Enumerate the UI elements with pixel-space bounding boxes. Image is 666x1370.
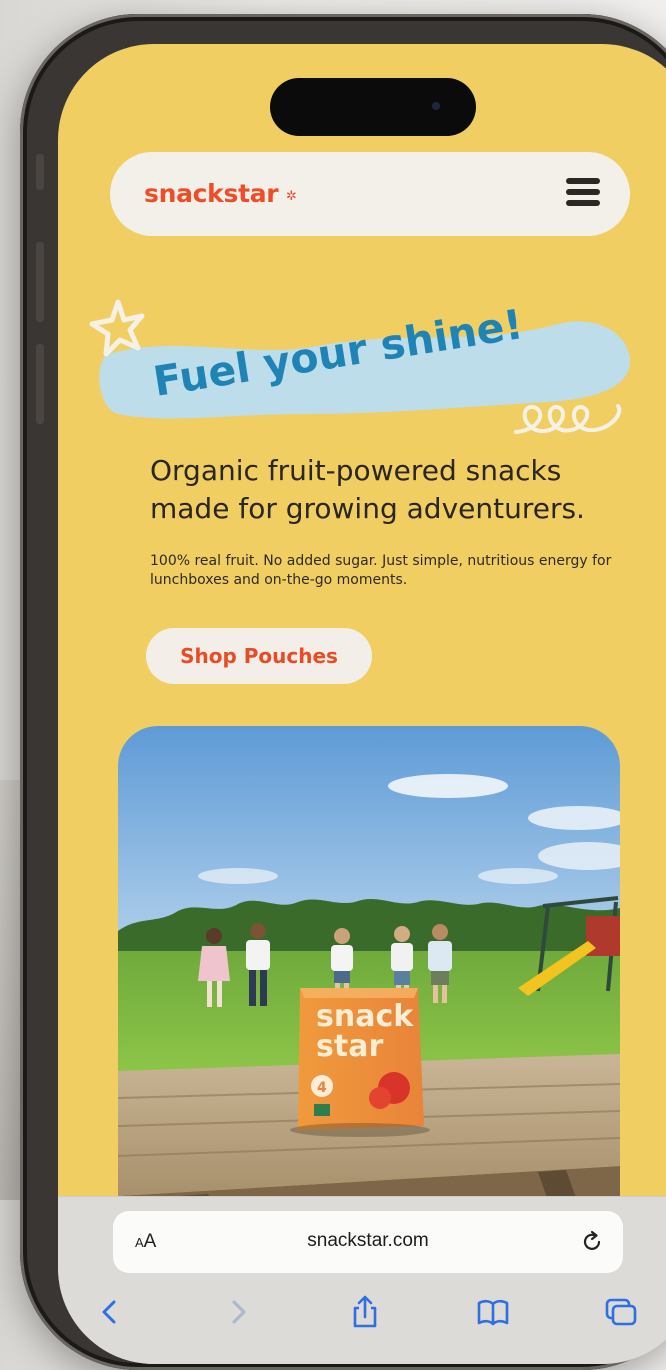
hero-tagline: Organic fruit-powered snacks made for gr… (150, 454, 585, 525)
url-text[interactable]: snackstar.com (113, 1230, 623, 1252)
hamburger-menu-icon[interactable] (566, 178, 600, 208)
back-icon[interactable] (94, 1295, 128, 1329)
forward-icon[interactable] (220, 1295, 254, 1329)
bookmarks-icon[interactable] (476, 1295, 510, 1329)
reload-icon[interactable] (579, 1229, 605, 1255)
dynamic-island (270, 78, 476, 136)
phone-device: snackstar ✲ Fuel your shine! Organic fru… (20, 14, 666, 1370)
share-icon[interactable] (348, 1295, 382, 1329)
svg-text:star: star (316, 1029, 383, 1064)
volume-up-button (36, 242, 44, 322)
logo-star-icon: ✲ (286, 188, 297, 203)
front-camera (432, 102, 440, 110)
scene: snackstar ✲ Fuel your shine! Organic fru… (0, 0, 666, 1370)
site-header: snackstar ✲ (110, 152, 630, 236)
svg-text:4: 4 (317, 1080, 327, 1096)
tabs-icon[interactable] (604, 1295, 638, 1329)
phone-screen: snackstar ✲ Fuel your shine! Organic fru… (58, 44, 666, 1364)
volume-down-button (36, 344, 44, 424)
squiggle-doodle-icon (514, 404, 622, 434)
star-doodle-icon (89, 299, 145, 357)
shop-pouches-button[interactable]: Shop Pouches (146, 628, 372, 684)
brand-logo[interactable]: snackstar (144, 179, 279, 208)
hero-headline-graphic: Fuel your shine! (89, 299, 631, 434)
hero-subcopy: 100% real fruit. No added sugar. Just si… (150, 553, 612, 588)
browser-toolbar (58, 1289, 666, 1339)
snackstar-product-box: snack star 4 (298, 988, 424, 1130)
address-bar[interactable]: AA snackstar.com (113, 1211, 623, 1273)
mute-switch (36, 154, 44, 190)
browser-chrome: AA snackstar.com (58, 1196, 666, 1364)
